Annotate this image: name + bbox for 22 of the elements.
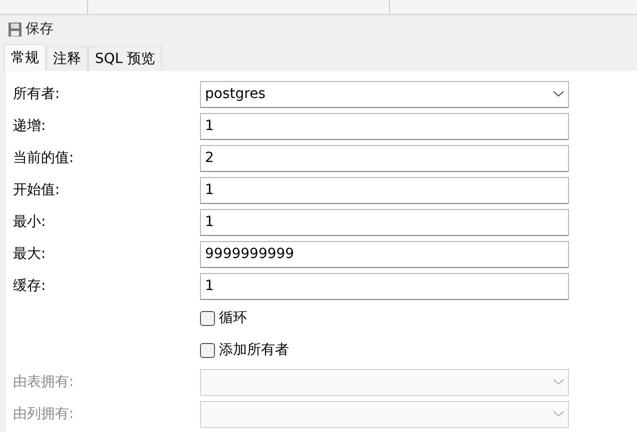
field-label: 所有者: (12, 84, 61, 104)
dropdown[interactable]: postgres (200, 80, 569, 108)
field-label: 最大: (12, 244, 47, 264)
input-field[interactable]: 1 (200, 272, 569, 300)
checkbox[interactable]: 循环 (200, 308, 247, 328)
input-field[interactable]: 9999999999 (200, 240, 569, 268)
field-label: 由表拥有: (12, 372, 75, 392)
field-label: 开始值: (12, 180, 61, 200)
field-label: 当前的值: (12, 148, 75, 168)
input-field[interactable]: 1 (200, 208, 569, 236)
field-label: 最小: (12, 212, 47, 232)
input-field[interactable]: 2 (200, 144, 569, 172)
tab[interactable]: 常规 (4, 44, 46, 71)
checkbox[interactable]: 添加所有者 (200, 340, 289, 360)
tab[interactable]: 注释 (46, 46, 88, 71)
input-field[interactable]: 1 (200, 112, 569, 140)
field-label: 由列拥有: (12, 404, 75, 424)
save-button[interactable]: 保存 (8, 18, 54, 40)
tab[interactable]: SQL 预览 (88, 46, 162, 71)
input-field[interactable]: 1 (200, 176, 569, 204)
field-label: 缓存: (12, 276, 47, 296)
field-label: 递增: (12, 116, 47, 136)
